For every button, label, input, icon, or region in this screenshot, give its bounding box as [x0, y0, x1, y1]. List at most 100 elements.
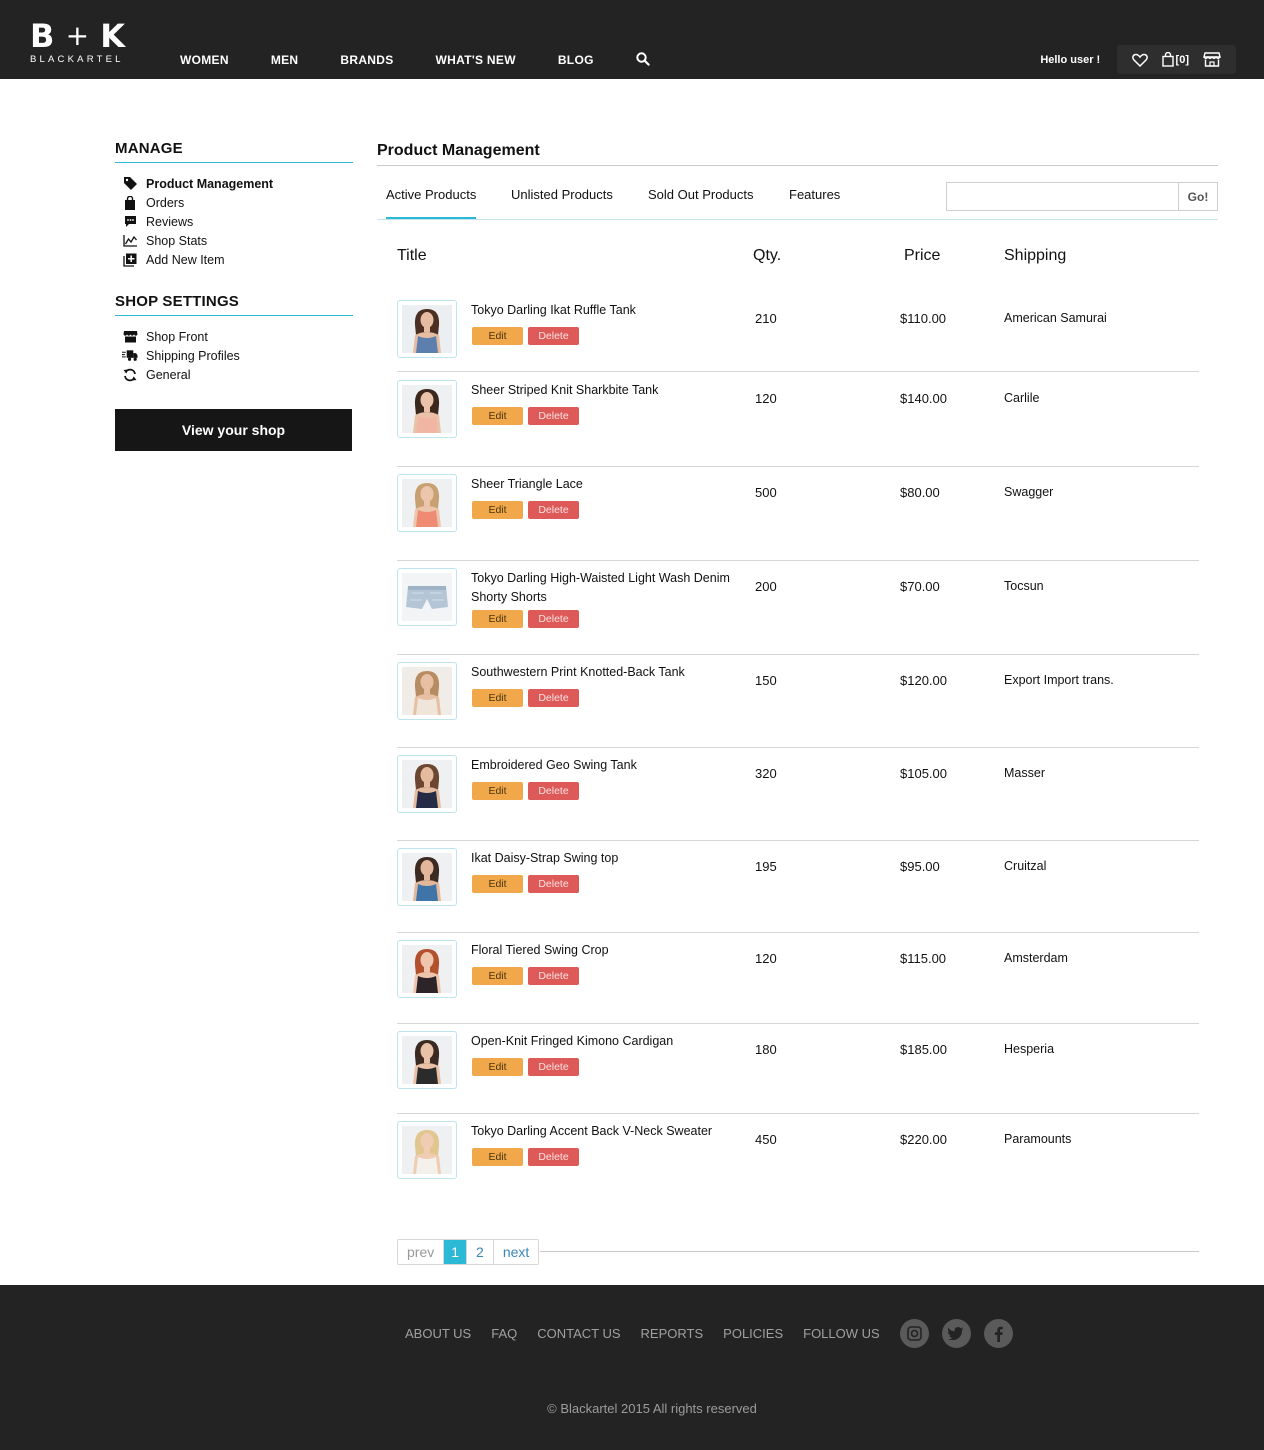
- sidebar-item-add-new-item[interactable]: Add New Item: [115, 250, 353, 269]
- nav-women[interactable]: WOMEN: [180, 53, 229, 67]
- settings-list: Shop Front Shipping Profiles General: [115, 327, 353, 384]
- sidebar-item-label: Product Management: [146, 176, 274, 191]
- footer-link-contact-us[interactable]: CONTACT US: [537, 1326, 620, 1341]
- product-qty: 120: [755, 951, 777, 966]
- product-thumbnail[interactable]: [397, 940, 457, 998]
- view-shop-button[interactable]: View your shop: [115, 409, 352, 451]
- nav-whats-new[interactable]: WHAT'S NEW: [436, 53, 516, 67]
- heart-icon[interactable]: [1131, 53, 1148, 67]
- delete-button[interactable]: Delete: [528, 689, 579, 707]
- shop-icon[interactable]: [1203, 52, 1221, 67]
- product-thumbnail[interactable]: [397, 474, 457, 532]
- edit-button[interactable]: Edit: [472, 407, 523, 425]
- edit-button[interactable]: Edit: [472, 1058, 523, 1076]
- sidebar-item-shop-front[interactable]: Shop Front: [115, 327, 353, 346]
- nav-brands[interactable]: BRANDS: [340, 53, 393, 67]
- product-name[interactable]: Sheer Triangle Lace: [471, 475, 737, 494]
- product-name[interactable]: Embroidered Geo Swing Tank: [471, 756, 737, 775]
- sidebar-item-shop-stats[interactable]: Shop Stats: [115, 231, 353, 250]
- edit-button[interactable]: Edit: [472, 689, 523, 707]
- product-qty: 195: [755, 859, 777, 874]
- edit-button[interactable]: Edit: [472, 967, 523, 985]
- row-actions: Edit Delete: [472, 967, 579, 985]
- delete-button[interactable]: Delete: [528, 967, 579, 985]
- product-name[interactable]: Southwestern Print Knotted-Back Tank: [471, 663, 737, 682]
- product-thumbnail[interactable]: [397, 380, 457, 438]
- product-thumbnail[interactable]: [397, 300, 457, 358]
- product-shipping: Tocsun: [1004, 579, 1044, 593]
- sidebar-item-label: Shop Stats: [146, 233, 208, 248]
- pagination-page-2[interactable]: 2: [467, 1240, 494, 1264]
- footer-link-about-us[interactable]: ABOUT US: [405, 1326, 471, 1341]
- edit-button[interactable]: Edit: [472, 782, 523, 800]
- twitter-icon[interactable]: [941, 1319, 971, 1348]
- refresh-icon: [122, 367, 138, 383]
- sidebar-item-shipping-profiles[interactable]: Shipping Profiles: [115, 346, 353, 365]
- table-row: Sheer Striped Knit Sharkbite Tank Edit Del…: [397, 372, 1199, 467]
- search-go-button[interactable]: Go!: [1178, 182, 1218, 211]
- column-title: Title: [397, 247, 427, 264]
- cart-button[interactable]: [0]: [1161, 52, 1189, 67]
- product-thumbnail[interactable]: [397, 568, 457, 626]
- product-shipping: Cruitzal: [1004, 859, 1047, 873]
- row-actions: Edit Delete: [472, 327, 579, 345]
- product-thumbnail[interactable]: [397, 1031, 457, 1089]
- delete-button[interactable]: Delete: [528, 610, 579, 628]
- product-name[interactable]: Tokyo Darling Accent Back V-Neck Sweater: [471, 1122, 737, 1141]
- user-greeting[interactable]: Hello user !: [1032, 54, 1109, 66]
- product-price: $140.00: [900, 391, 947, 406]
- product-search-input[interactable]: [946, 182, 1178, 211]
- site-footer: ABOUT US FAQ CONTACT US REPORTS POLICIES…: [0, 1285, 1264, 1450]
- edit-button[interactable]: Edit: [472, 1148, 523, 1166]
- footer-link-reports[interactable]: REPORTS: [641, 1326, 704, 1341]
- sidebar-item-reviews[interactable]: Reviews: [115, 212, 353, 231]
- delete-button[interactable]: Delete: [528, 782, 579, 800]
- sidebar-item-orders[interactable]: Orders: [115, 193, 353, 212]
- product-thumbnail[interactable]: [397, 1121, 457, 1179]
- pagination-next[interactable]: next: [493, 1240, 539, 1264]
- product-thumbnail[interactable]: [397, 662, 457, 720]
- pagination-page-1[interactable]: 1: [444, 1240, 468, 1264]
- pagination-divider: [540, 1251, 1199, 1252]
- product-name[interactable]: Tokyo Darling High-Waisted Light Wash De…: [471, 569, 737, 607]
- sidebar: MANAGE Product Management Orders Reviews…: [115, 140, 353, 451]
- row-actions: Edit Delete: [472, 407, 579, 425]
- delete-button[interactable]: Delete: [528, 327, 579, 345]
- delete-button[interactable]: Delete: [528, 1058, 579, 1076]
- delete-button[interactable]: Delete: [528, 875, 579, 893]
- tab-active-products[interactable]: Active Products: [386, 187, 477, 219]
- sidebar-item-product-management[interactable]: Product Management: [115, 174, 353, 193]
- search-icon[interactable]: [636, 52, 652, 68]
- product-table-body: Tokyo Darling Ikat Ruffle Tank Edit Delete…: [377, 290, 1218, 1203]
- facebook-icon[interactable]: [983, 1319, 1013, 1348]
- tab-features[interactable]: Features: [789, 187, 840, 202]
- truck-icon: [122, 348, 138, 364]
- product-name[interactable]: Tokyo Darling Ikat Ruffle Tank: [471, 301, 737, 320]
- nav-men[interactable]: MEN: [271, 53, 299, 67]
- product-name[interactable]: Sheer Striped Knit Sharkbite Tank: [471, 381, 737, 400]
- product-name[interactable]: Floral Tiered Swing Crop: [471, 941, 737, 960]
- edit-button[interactable]: Edit: [472, 875, 523, 893]
- product-shipping: Amsterdam: [1004, 951, 1068, 965]
- product-thumbnail[interactable]: [397, 848, 457, 906]
- delete-button[interactable]: Delete: [528, 407, 579, 425]
- product-thumbnail[interactable]: [397, 755, 457, 813]
- pagination-prev[interactable]: prev: [398, 1240, 445, 1264]
- product-name[interactable]: Open-Knit Fringed Kimono Cardigan: [471, 1032, 737, 1051]
- footer-link-policies[interactable]: POLICIES: [723, 1326, 783, 1341]
- delete-button[interactable]: Delete: [528, 501, 579, 519]
- footer-link-faq[interactable]: FAQ: [491, 1326, 517, 1341]
- nav-blog[interactable]: BLOG: [558, 53, 594, 67]
- edit-button[interactable]: Edit: [472, 501, 523, 519]
- product-qty: 450: [755, 1132, 777, 1147]
- instagram-icon[interactable]: [899, 1319, 929, 1348]
- edit-button[interactable]: Edit: [472, 610, 523, 628]
- product-name[interactable]: Ikat Daisy-Strap Swing top: [471, 849, 737, 868]
- delete-button[interactable]: Delete: [528, 1148, 579, 1166]
- tab-unlisted-products[interactable]: Unlisted Products: [511, 187, 613, 202]
- brand-logo[interactable]: B + K BLACKARTEL: [30, 20, 126, 66]
- edit-button[interactable]: Edit: [472, 327, 523, 345]
- sidebar-item-label: Orders: [146, 195, 185, 210]
- sidebar-item-general[interactable]: General: [115, 365, 353, 384]
- tab-sold-out-products[interactable]: Sold Out Products: [648, 187, 754, 202]
